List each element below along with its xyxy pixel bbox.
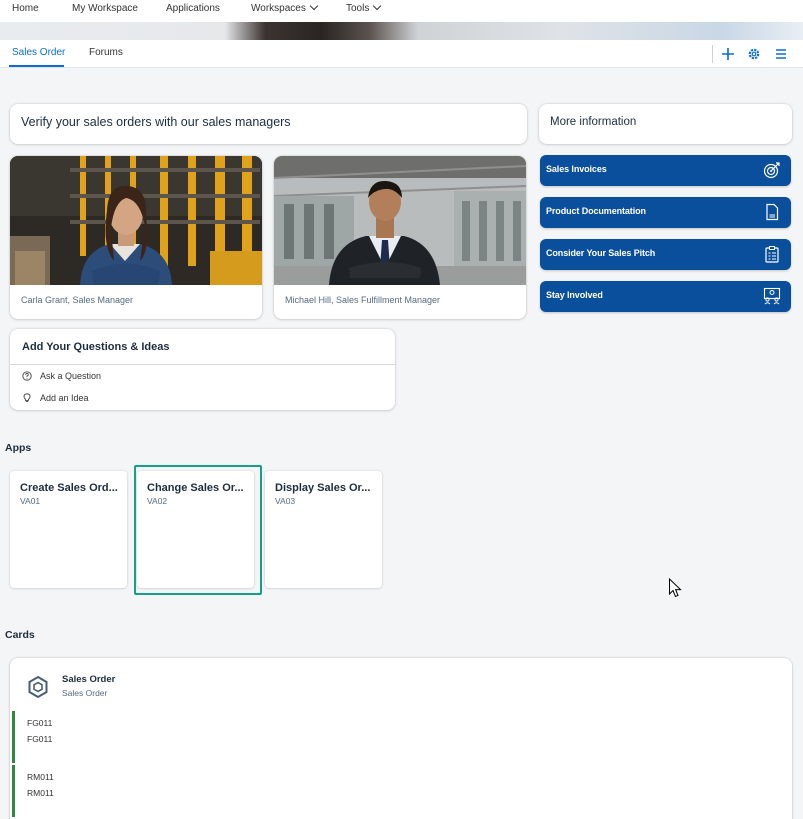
mouse-pointer-icon xyxy=(669,578,682,598)
tab-sales-order[interactable]: Sales Order xyxy=(12,47,65,58)
nav-workspaces[interactable]: Workspaces xyxy=(251,1,319,14)
nav-tools-label: Tools xyxy=(346,3,370,14)
warehouse-photo xyxy=(10,156,262,285)
person-card-michael-hill[interactable]: Michael Hill, Sales Fulfillment Manager xyxy=(274,156,526,319)
app-tile-create-sales-order[interactable]: Create Sales Ord... VA01 xyxy=(10,471,127,588)
questions-ideas-card: Add Your Questions & Ideas Ask a Questio… xyxy=(10,329,395,410)
sales-order-card[interactable]: Sales Order Sales Order FG011 FG011 RM01… xyxy=(10,658,792,819)
lightbulb-icon xyxy=(23,393,31,403)
nav-workspaces-label: Workspaces xyxy=(251,3,306,14)
card-subtitle: Sales Order xyxy=(62,688,108,698)
hamburger-menu-icon[interactable] xyxy=(773,46,789,62)
apps-section-title: Apps xyxy=(5,442,32,454)
tile-title: Display Sales Or... xyxy=(275,482,371,494)
ask-question-link[interactable]: Ask a Question xyxy=(40,371,101,381)
active-tab-indicator xyxy=(9,65,64,67)
nav-home[interactable]: Home xyxy=(12,3,39,14)
clipboard-icon xyxy=(765,246,779,263)
link-consider-your-sales-pitch[interactable]: Consider Your Sales Pitch xyxy=(540,239,791,270)
app-tile-display-sales-order[interactable]: Display Sales Or... VA03 xyxy=(265,471,382,588)
question-icon xyxy=(22,371,32,381)
tile-title: Change Sales Or... xyxy=(147,482,244,494)
page-tab-bar: Sales Order Forums xyxy=(0,40,803,68)
list-item-description: RM011 xyxy=(27,788,54,798)
tile-subtitle: VA01 xyxy=(20,496,41,506)
app-tile-change-sales-order[interactable]: Change Sales Or... VA02 xyxy=(137,471,254,588)
cards-section-title: Cards xyxy=(5,629,35,641)
link-label: Sales Invoices xyxy=(546,164,607,174)
link-sales-invoices[interactable]: Sales Invoices xyxy=(540,155,791,186)
link-stay-involved[interactable]: Stay Involved xyxy=(540,281,791,312)
list-item[interactable]: FG011 FG011 xyxy=(12,711,787,763)
tile-subtitle: VA03 xyxy=(275,496,296,506)
tile-title: Create Sales Ord... xyxy=(20,482,118,494)
chevron-down-icon xyxy=(373,1,382,11)
list-item-title: RM011 xyxy=(27,772,54,782)
top-navigation-bar: Home My Workspace Applications Workspace… xyxy=(0,0,803,40)
link-product-documentation[interactable]: Product Documentation xyxy=(540,197,791,228)
plus-icon[interactable] xyxy=(720,46,736,62)
tab-forums[interactable]: Forums xyxy=(89,47,123,58)
list-item[interactable]: RM011 RM011 xyxy=(12,765,787,817)
nav-applications[interactable]: Applications xyxy=(166,3,220,14)
nav-tools[interactable]: Tools xyxy=(346,1,382,14)
target-icon xyxy=(763,162,780,179)
more-information-title: More information xyxy=(550,116,637,128)
divider xyxy=(10,364,395,365)
more-information-card: More information xyxy=(539,104,792,144)
person-card-carla-grant[interactable]: Carla Grant, Sales Manager xyxy=(10,156,262,319)
community-icon xyxy=(763,287,781,305)
add-idea-link[interactable]: Add an Idea xyxy=(40,393,89,403)
link-label: Stay Involved xyxy=(546,290,603,300)
gear-icon[interactable] xyxy=(746,46,762,62)
person-caption: Carla Grant, Sales Manager xyxy=(21,295,134,305)
nav-my-workspace[interactable]: My Workspace xyxy=(72,3,138,14)
sales-order-hexagon-icon xyxy=(28,675,48,699)
headline-card: Verify your sales orders with our sales … xyxy=(10,104,527,144)
link-label: Consider Your Sales Pitch xyxy=(546,248,656,258)
office-photo xyxy=(274,156,526,285)
card-title: Sales Order xyxy=(62,674,116,685)
header-banner-image xyxy=(0,22,803,40)
headline-text: Verify your sales orders with our sales … xyxy=(21,115,291,129)
list-item-description: FG011 xyxy=(27,734,53,744)
link-label: Product Documentation xyxy=(546,206,646,216)
toolbar-divider xyxy=(712,45,713,63)
questions-title: Add Your Questions & Ideas xyxy=(22,341,170,353)
document-icon xyxy=(766,203,779,221)
chevron-down-icon xyxy=(309,1,319,11)
tile-subtitle: VA02 xyxy=(147,496,168,506)
list-item-title: FG011 xyxy=(27,718,53,728)
person-caption: Michael Hill, Sales Fulfillment Manager xyxy=(285,295,441,305)
